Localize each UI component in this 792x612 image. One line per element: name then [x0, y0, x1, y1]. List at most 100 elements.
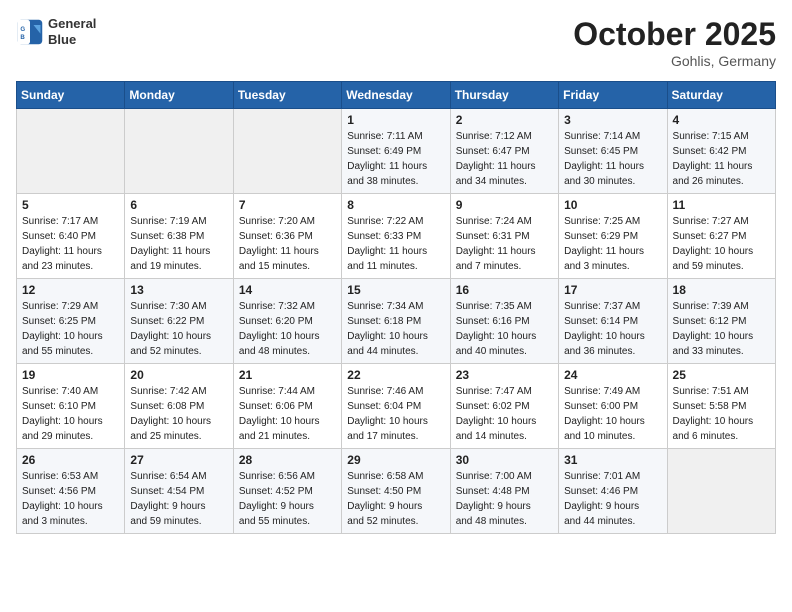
logo-text: General Blue	[48, 16, 96, 47]
day-info: Sunrise: 7:30 AMSunset: 6:22 PMDaylight:…	[130, 299, 227, 359]
day-info: Sunrise: 7:46 AMSunset: 6:04 PMDaylight:…	[347, 384, 444, 444]
logo: G B General Blue	[16, 16, 96, 47]
day-number: 20	[130, 368, 227, 382]
svg-text:B: B	[20, 34, 25, 41]
day-number: 17	[564, 283, 661, 297]
day-number: 26	[22, 453, 119, 467]
day-number: 4	[673, 113, 770, 127]
day-number: 1	[347, 113, 444, 127]
day-info: Sunrise: 7:32 AMSunset: 6:20 PMDaylight:…	[239, 299, 336, 359]
weekday-header-tuesday: Tuesday	[233, 82, 341, 109]
calendar-cell: 30Sunrise: 7:00 AMSunset: 4:48 PMDayligh…	[450, 449, 558, 534]
calendar-cell: 13 Sunrise: 7:30 AMSunset: 6:22 PMDayligh…	[125, 279, 233, 364]
calendar-cell	[233, 109, 341, 194]
day-number: 7	[239, 198, 336, 212]
day-number: 14	[239, 283, 336, 297]
calendar-cell: 25 Sunrise: 7:51 AMSunset: 5:58 PMDayligh…	[667, 364, 775, 449]
calendar-cell: 10 Sunrise: 7:25 AMSunset: 6:29 PMDayligh…	[559, 194, 667, 279]
calendar-cell: 20 Sunrise: 7:42 AMSunset: 6:08 PMDayligh…	[125, 364, 233, 449]
day-number: 29	[347, 453, 444, 467]
weekday-header-wednesday: Wednesday	[342, 82, 450, 109]
day-info: Sunrise: 7:47 AMSunset: 6:02 PMDaylight:…	[456, 384, 553, 444]
day-info: Sunrise: 7:29 AMSunset: 6:25 PMDaylight:…	[22, 299, 119, 359]
weekday-header-monday: Monday	[125, 82, 233, 109]
day-info: Sunrise: 7:24 AMSunset: 6:31 PMDaylight:…	[456, 214, 553, 274]
day-info: Sunrise: 7:27 AMSunset: 6:27 PMDaylight:…	[673, 214, 770, 274]
day-info: Sunrise: 7:19 AMSunset: 6:38 PMDaylight:…	[130, 214, 227, 274]
day-info: Sunrise: 7:22 AMSunset: 6:33 PMDaylight:…	[347, 214, 444, 274]
calendar-cell: 1 Sunrise: 7:11 AMSunset: 6:49 PMDaylight…	[342, 109, 450, 194]
day-number: 13	[130, 283, 227, 297]
day-info: Sunrise: 6:58 AMSunset: 4:50 PMDaylight:…	[347, 469, 444, 529]
calendar-cell: 14 Sunrise: 7:32 AMSunset: 6:20 PMDayligh…	[233, 279, 341, 364]
day-number: 21	[239, 368, 336, 382]
day-info: Sunrise: 7:11 AMSunset: 6:49 PMDaylight:…	[347, 129, 444, 189]
weekday-header-thursday: Thursday	[450, 82, 558, 109]
day-info: Sunrise: 7:34 AMSunset: 6:18 PMDaylight:…	[347, 299, 444, 359]
calendar-cell: 9 Sunrise: 7:24 AMSunset: 6:31 PMDaylight…	[450, 194, 558, 279]
day-info: Sunrise: 6:56 AMSunset: 4:52 PMDaylight:…	[239, 469, 336, 529]
day-info: Sunrise: 7:01 AMSunset: 4:46 PMDaylight:…	[564, 469, 661, 529]
day-info: Sunrise: 7:14 AMSunset: 6:45 PMDaylight:…	[564, 129, 661, 189]
calendar-cell	[17, 109, 125, 194]
calendar-cell: 26Sunrise: 6:53 AMSunset: 4:56 PMDayligh…	[17, 449, 125, 534]
calendar-week-row: 19 Sunrise: 7:40 AMSunset: 6:10 PMDayligh…	[17, 364, 776, 449]
day-info: Sunrise: 7:49 AMSunset: 6:00 PMDaylight:…	[564, 384, 661, 444]
calendar-cell: 4Sunrise: 7:15 AMSunset: 6:42 PMDaylight…	[667, 109, 775, 194]
weekday-header-saturday: Saturday	[667, 82, 775, 109]
calendar-cell: 5Sunrise: 7:17 AMSunset: 6:40 PMDaylight…	[17, 194, 125, 279]
calendar-cell: 7 Sunrise: 7:20 AMSunset: 6:36 PMDaylight…	[233, 194, 341, 279]
calendar-cell: 18 Sunrise: 7:39 AMSunset: 6:12 PMDayligh…	[667, 279, 775, 364]
calendar-week-row: 26Sunrise: 6:53 AMSunset: 4:56 PMDayligh…	[17, 449, 776, 534]
calendar-cell: 2Sunrise: 7:12 AMSunset: 6:47 PMDaylight…	[450, 109, 558, 194]
day-number: 22	[347, 368, 444, 382]
day-info: Sunrise: 7:42 AMSunset: 6:08 PMDaylight:…	[130, 384, 227, 444]
calendar-cell: 31 Sunrise: 7:01 AMSunset: 4:46 PMDayligh…	[559, 449, 667, 534]
calendar-cell: 3 Sunrise: 7:14 AMSunset: 6:45 PMDaylight…	[559, 109, 667, 194]
day-info: Sunrise: 7:44 AMSunset: 6:06 PMDaylight:…	[239, 384, 336, 444]
day-number: 23	[456, 368, 553, 382]
title-block: October 2025 Gohlis, Germany	[573, 16, 776, 69]
calendar-cell: 28 Sunrise: 6:56 AMSunset: 4:52 PMDayligh…	[233, 449, 341, 534]
calendar-table: SundayMondayTuesdayWednesdayThursdayFrid…	[16, 81, 776, 534]
day-info: Sunrise: 7:40 AMSunset: 6:10 PMDaylight:…	[22, 384, 119, 444]
day-number: 24	[564, 368, 661, 382]
day-number: 16	[456, 283, 553, 297]
calendar-cell: 16Sunrise: 7:35 AMSunset: 6:16 PMDayligh…	[450, 279, 558, 364]
day-number: 27	[130, 453, 227, 467]
day-number: 6	[130, 198, 227, 212]
day-number: 25	[673, 368, 770, 382]
day-info: Sunrise: 7:37 AMSunset: 6:14 PMDaylight:…	[564, 299, 661, 359]
calendar-cell: 21 Sunrise: 7:44 AMSunset: 6:06 PMDayligh…	[233, 364, 341, 449]
day-number: 28	[239, 453, 336, 467]
day-number: 11	[673, 198, 770, 212]
day-info: Sunrise: 7:39 AMSunset: 6:12 PMDaylight:…	[673, 299, 770, 359]
day-number: 9	[456, 198, 553, 212]
calendar-week-row: 1 Sunrise: 7:11 AMSunset: 6:49 PMDaylight…	[17, 109, 776, 194]
calendar-cell	[125, 109, 233, 194]
day-number: 31	[564, 453, 661, 467]
day-number: 8	[347, 198, 444, 212]
day-number: 18	[673, 283, 770, 297]
day-info: Sunrise: 7:51 AMSunset: 5:58 PMDaylight:…	[673, 384, 770, 444]
day-number: 2	[456, 113, 553, 127]
day-info: Sunrise: 7:17 AMSunset: 6:40 PMDaylight:…	[22, 214, 119, 274]
weekday-header-row: SundayMondayTuesdayWednesdayThursdayFrid…	[17, 82, 776, 109]
day-number: 10	[564, 198, 661, 212]
calendar-cell: 12 Sunrise: 7:29 AMSunset: 6:25 PMDayligh…	[17, 279, 125, 364]
calendar-cell: 24 Sunrise: 7:49 AMSunset: 6:00 PMDayligh…	[559, 364, 667, 449]
calendar-cell: 27 Sunrise: 6:54 AMSunset: 4:54 PMDayligh…	[125, 449, 233, 534]
calendar-week-row: 12 Sunrise: 7:29 AMSunset: 6:25 PMDayligh…	[17, 279, 776, 364]
month-title: October 2025	[573, 16, 776, 53]
calendar-cell: 22 Sunrise: 7:46 AMSunset: 6:04 PMDayligh…	[342, 364, 450, 449]
day-info: Sunrise: 7:20 AMSunset: 6:36 PMDaylight:…	[239, 214, 336, 274]
calendar-cell: 15Sunrise: 7:34 AMSunset: 6:18 PMDayligh…	[342, 279, 450, 364]
day-number: 12	[22, 283, 119, 297]
day-number: 3	[564, 113, 661, 127]
day-number: 19	[22, 368, 119, 382]
calendar-cell: 17 Sunrise: 7:37 AMSunset: 6:14 PMDayligh…	[559, 279, 667, 364]
day-info: Sunrise: 7:25 AMSunset: 6:29 PMDaylight:…	[564, 214, 661, 274]
day-info: Sunrise: 6:54 AMSunset: 4:54 PMDaylight:…	[130, 469, 227, 529]
calendar-week-row: 5Sunrise: 7:17 AMSunset: 6:40 PMDaylight…	[17, 194, 776, 279]
calendar-cell: 19 Sunrise: 7:40 AMSunset: 6:10 PMDayligh…	[17, 364, 125, 449]
